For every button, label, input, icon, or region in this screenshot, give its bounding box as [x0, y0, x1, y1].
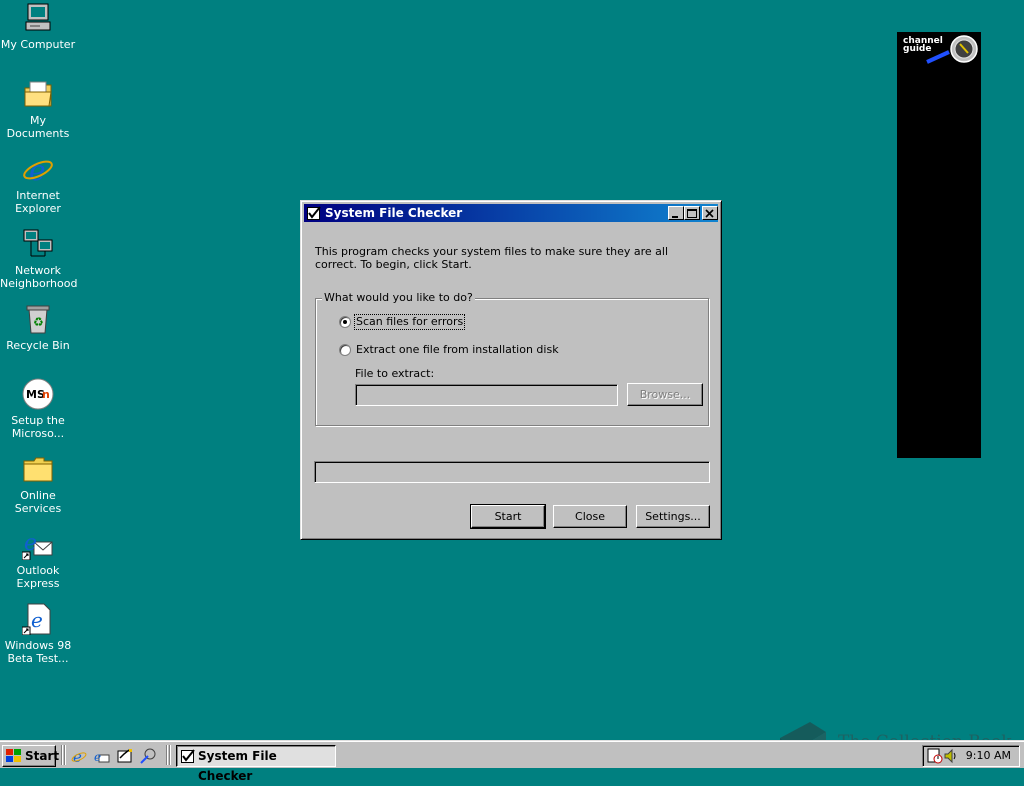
desktop-icon-windows98-beta[interactable]: e Windows 98 Beta Test... — [0, 603, 76, 665]
maximize-icon — [687, 209, 697, 218]
my-computer-icon — [22, 2, 54, 34]
svg-text:e: e — [29, 154, 46, 185]
taskbar-separator — [61, 745, 63, 765]
desktop-icon-label: Network Neighborhood — [0, 264, 78, 290]
title-bar[interactable]: System File Checker — [304, 204, 718, 222]
svg-text:e: e — [94, 750, 101, 764]
channels-icon[interactable] — [140, 748, 156, 764]
recycle-bin-icon: ♻ — [22, 303, 54, 335]
channel-bar: channel guide — [897, 32, 981, 458]
taskbar-separator — [166, 745, 168, 765]
start-button-label: Start — [494, 510, 522, 523]
minimize-button[interactable] — [668, 206, 684, 220]
browse-button-label: Browse... — [639, 388, 691, 401]
desktop-icon-online-services[interactable]: Online Services — [0, 453, 76, 515]
close-icon — [705, 209, 714, 218]
desktop-icon-label: Outlook Express — [16, 564, 60, 590]
settings-button-label: Settings... — [645, 510, 701, 523]
radio-button[interactable] — [339, 344, 351, 356]
taskbar-separator — [169, 745, 171, 765]
desktop-icon-recycle-bin[interactable]: ♻ Recycle Bin — [0, 303, 76, 352]
channel-guide-button[interactable]: channel guide — [897, 32, 981, 66]
svg-text:♻: ♻ — [33, 315, 44, 329]
task-scheduler-icon[interactable] — [927, 748, 943, 764]
msn-setup-icon: MS n — [22, 378, 54, 410]
desktop-icon-setup-msn[interactable]: MS n Setup the Microso... — [0, 378, 76, 440]
desktop-icon-my-computer[interactable]: My Computer — [0, 2, 76, 51]
internet-explorer-icon[interactable]: e — [71, 748, 87, 764]
browse-button[interactable]: Browse... — [627, 383, 703, 406]
close-button[interactable]: Close — [553, 505, 627, 528]
settings-button[interactable]: Settings... — [636, 505, 710, 528]
taskbar: Start e e System File Checker 9:10 AM — [0, 740, 1024, 783]
start-label: Start — [25, 749, 60, 763]
desktop-icon-label: My Documents — [6, 114, 70, 140]
folder-icon — [22, 453, 54, 485]
desktop-icon-my-documents[interactable]: My Documents — [0, 78, 76, 140]
show-desktop-icon[interactable] — [117, 748, 133, 764]
task-label: System File Checker — [198, 749, 277, 783]
outlook-express-icon: e — [21, 528, 54, 561]
taskbar-separator — [64, 745, 66, 765]
clock[interactable]: 9:10 AM — [966, 746, 1011, 766]
file-to-extract-field[interactable] — [355, 384, 618, 406]
ie-shortcut-icon: e — [21, 603, 54, 636]
desktop-icon-label: Recycle Bin — [6, 339, 70, 352]
system-file-checker-window: System File Checker This program checks … — [300, 200, 722, 540]
internet-explorer-icon: e — [22, 153, 54, 187]
group-label: What would you like to do? — [322, 291, 475, 304]
maximize-button[interactable] — [684, 206, 700, 220]
volume-icon[interactable] — [943, 748, 959, 764]
checkbox-app-icon — [181, 749, 195, 763]
desktop-icon-label: Internet Explorer — [15, 189, 61, 215]
progress-bar — [314, 461, 710, 483]
desktop-icon-label: Setup the Microso... — [11, 414, 65, 440]
radio-label-scan: Scan files for errors — [353, 314, 466, 330]
desktop-icon-internet-explorer[interactable]: e Internet Explorer — [0, 153, 76, 215]
intro-text: This program checks your system files to… — [315, 245, 669, 271]
desktop-icon-outlook-express[interactable]: e Outlook Express — [0, 528, 76, 590]
minimize-icon — [672, 216, 678, 218]
svg-text:e: e — [31, 608, 43, 632]
action-groupbox: What would you like to do? Scan files fo… — [315, 291, 709, 426]
my-documents-icon — [22, 78, 54, 110]
outlook-express-icon[interactable]: e — [94, 748, 110, 764]
file-to-extract-label: File to extract: — [355, 367, 435, 380]
network-neighborhood-icon — [22, 228, 54, 260]
window-title: System File Checker — [325, 206, 463, 220]
radio-label-extract: Extract one file from installation disk — [356, 343, 559, 356]
desktop-icon-label: Windows 98 Beta Test... — [4, 639, 72, 665]
start-scan-button[interactable]: Start — [470, 504, 546, 529]
windows-logo-icon — [6, 749, 21, 762]
close-button-label: Close — [575, 510, 605, 523]
taskbar-task-system-file-checker[interactable]: System File Checker — [176, 745, 336, 783]
svg-text:n: n — [42, 388, 50, 401]
satellite-dish-icon — [926, 35, 978, 64]
desktop-icon-label: My Computer — [0, 38, 76, 51]
radio-button-selected[interactable] — [339, 316, 351, 328]
system-tray: 9:10 AM — [922, 745, 1020, 767]
desktop-icon-network-neighborhood[interactable]: Network Neighborhood — [0, 228, 78, 290]
checkbox-app-icon — [307, 206, 321, 220]
close-window-button[interactable] — [702, 206, 718, 220]
desktop-icon-label: Online Services — [14, 489, 62, 515]
start-button[interactable]: Start — [2, 745, 60, 767]
